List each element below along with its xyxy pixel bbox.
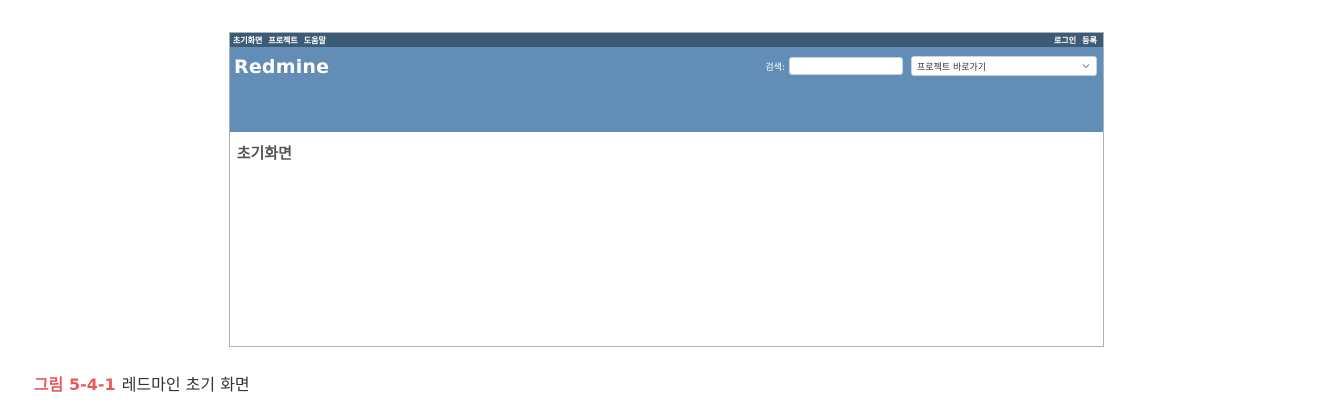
- quick-search: 검색: 프로젝트 바로가기: [765, 56, 1097, 76]
- register-link[interactable]: 등록: [1082, 35, 1097, 46]
- page-title: 초기화면: [237, 144, 293, 162]
- menu-home-link[interactable]: 초기화면: [233, 35, 262, 46]
- login-link[interactable]: 로그인: [1054, 35, 1076, 46]
- search-input[interactable]: [789, 57, 903, 75]
- top-menu-right: 로그인 등록: [1054, 35, 1097, 46]
- menu-help-link[interactable]: 도움말: [304, 35, 326, 46]
- project-jump-select[interactable]: 프로젝트 바로가기: [911, 56, 1097, 76]
- chevron-down-icon: [1082, 64, 1090, 69]
- project-jump-label: 프로젝트 바로가기: [917, 62, 987, 73]
- search-label: 검색:: [765, 62, 785, 73]
- header: Redmine 검색: 프로젝트 바로가기: [230, 47, 1103, 132]
- menu-projects-link[interactable]: 프로젝트: [268, 35, 297, 46]
- redmine-window: 초기화면 프로젝트 도움말 로그인 등록 Redmine 검색: 프로젝트 바로…: [229, 32, 1104, 347]
- top-menu-left: 초기화면 프로젝트 도움말: [233, 35, 326, 46]
- figure-caption-text: 레드마인 초기 화면: [121, 375, 250, 394]
- page: 초기화면 프로젝트 도움말 로그인 등록 Redmine 검색: 프로젝트 바로…: [0, 0, 1332, 413]
- figure-label: 그림 5-4-1: [34, 375, 116, 394]
- figure-caption: 그림 5-4-1 레드마인 초기 화면: [34, 371, 250, 395]
- site-title[interactable]: Redmine: [234, 56, 329, 78]
- main-content: 초기화면: [230, 132, 1103, 173]
- top-menu: 초기화면 프로젝트 도움말 로그인 등록: [230, 33, 1103, 47]
